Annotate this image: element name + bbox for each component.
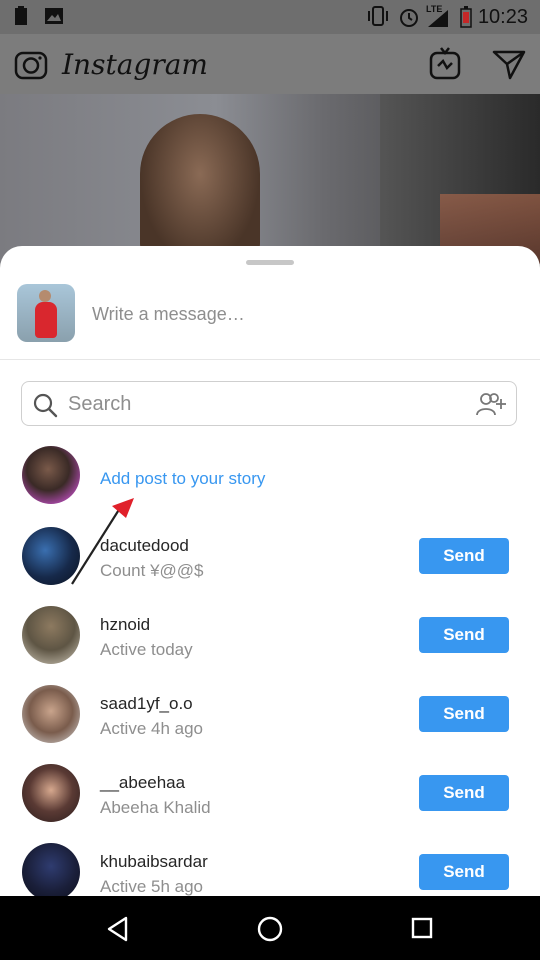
recipient-status: Active 5h ago xyxy=(100,877,204,896)
status-time: 10:23 xyxy=(477,6,528,28)
app-header: Instagram xyxy=(0,34,540,94)
battery-alert-icon xyxy=(14,6,28,31)
post-thumbnail xyxy=(17,284,75,342)
send-button[interactable]: Send xyxy=(419,696,509,732)
recipient-status: Active today xyxy=(100,640,193,659)
recipient-username: __abeehaa xyxy=(100,773,186,792)
recipient-avatar[interactable] xyxy=(22,606,80,664)
home-icon[interactable] xyxy=(257,916,283,947)
search-box[interactable] xyxy=(21,381,517,426)
thumbnail-dress xyxy=(35,302,57,338)
message-input[interactable] xyxy=(92,302,492,326)
camera-icon[interactable] xyxy=(14,48,48,85)
recent-apps-icon[interactable] xyxy=(411,917,433,944)
igtv-icon[interactable] xyxy=(428,47,462,86)
recipient-avatar[interactable] xyxy=(22,527,80,585)
add-to-story-link[interactable]: Add post to your story xyxy=(100,469,265,489)
drag-handle[interactable] xyxy=(246,260,294,265)
recipient-status: Abeeha Khalid xyxy=(100,798,211,817)
share-sheet: Add post to your story dacutedood Count … xyxy=(0,246,540,896)
search-input[interactable] xyxy=(68,392,448,416)
battery-low-icon xyxy=(460,6,472,33)
recipient-avatar[interactable] xyxy=(22,764,80,822)
recipient-username: khubaibsardar xyxy=(100,852,208,871)
photo-subject xyxy=(140,114,260,264)
recipient-avatar[interactable] xyxy=(22,685,80,743)
send-button[interactable]: Send xyxy=(419,538,509,574)
add-people-icon[interactable] xyxy=(474,391,508,422)
thumbnail-head xyxy=(39,290,51,302)
send-button[interactable]: Send xyxy=(419,775,509,811)
your-story-avatar[interactable] xyxy=(22,446,80,504)
recipient-status: Count ¥@@$ xyxy=(100,561,204,580)
alarm-icon xyxy=(398,6,420,33)
feed-post-image xyxy=(0,94,540,264)
direct-message-icon[interactable] xyxy=(492,48,526,85)
recipient-status: Active 4h ago xyxy=(100,719,204,738)
back-icon[interactable] xyxy=(106,916,130,947)
app-logo: Instagram xyxy=(62,48,208,81)
recipient-username: hznoid xyxy=(100,615,151,634)
vibrate-icon xyxy=(366,6,390,31)
system-nav-bar xyxy=(0,896,540,960)
send-button[interactable]: Send xyxy=(419,854,509,890)
divider xyxy=(0,359,540,360)
recipient-username: saad1yf_o.o xyxy=(100,694,193,713)
recipient-username: dacutedood xyxy=(100,536,189,555)
send-button[interactable]: Send xyxy=(419,617,509,653)
signal-icon xyxy=(426,8,450,33)
image-icon xyxy=(44,6,64,31)
search-icon xyxy=(32,392,58,423)
recipient-avatar[interactable] xyxy=(22,843,80,896)
status-bar: LTE 10:23 xyxy=(0,0,540,34)
